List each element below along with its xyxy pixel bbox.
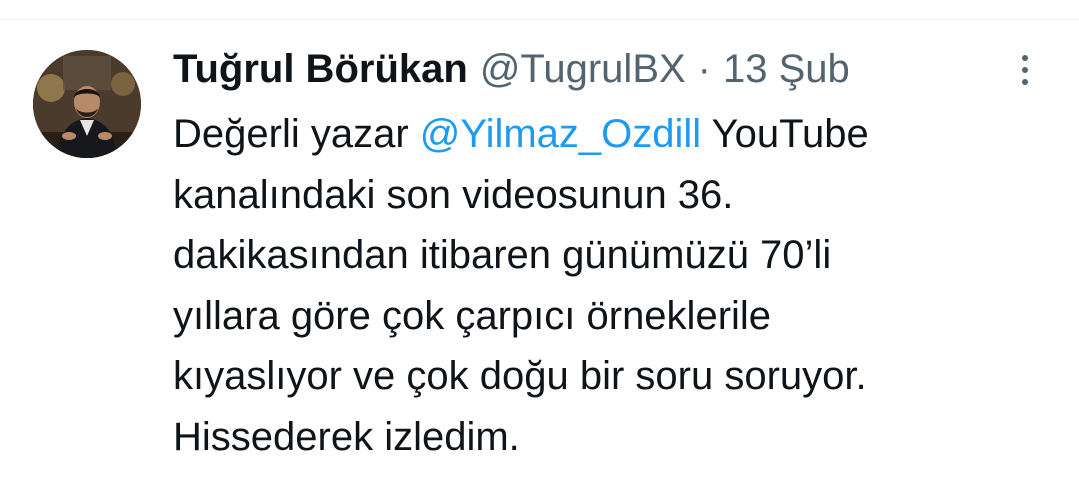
tweet-date[interactable]: 13 Şub	[723, 42, 850, 96]
avatar-photo	[33, 50, 141, 158]
tweet-text-line: dakikasından itibaren günümüzü 70’li	[173, 233, 832, 277]
more-vertical-icon-dot	[1022, 67, 1028, 73]
tweet-header: Tuğrul Börükan @TugrulBX · 13 Şub	[173, 42, 850, 96]
tweet-text-line: kanalındaki son videosunun 36.	[173, 172, 734, 217]
avatar[interactable]	[33, 50, 141, 158]
text-segment: Değerli yazar	[173, 112, 420, 156]
mention-link[interactable]: @Yilmaz_Ozdill	[420, 112, 701, 156]
display-name[interactable]: Tuğrul Börükan	[173, 42, 468, 96]
tweet-text-line: Hissederek izledim.	[173, 414, 520, 459]
text-segment: YouTube	[701, 112, 869, 156]
tweet-text-line: Değerli yazar @Yilmaz_Ozdill YouTube	[173, 104, 1043, 165]
tweet-text: Değerli yazar @Yilmaz_Ozdill YouTube kan…	[173, 104, 1043, 467]
tweet-text-line: kıyaslıyor ve çok doğu bir soru soruyor.	[173, 354, 867, 398]
tweet-text-line: yıllara göre çok çarpıcı örneklerile	[173, 293, 772, 338]
more-options-button[interactable]	[1005, 48, 1045, 92]
tweet[interactable]: Tuğrul Börükan @TugrulBX · 13 Şub Değerl…	[0, 20, 1079, 488]
more-vertical-icon	[1022, 55, 1028, 61]
user-handle[interactable]: @TugrulBX	[480, 42, 686, 96]
separator-dot: ·	[697, 47, 711, 91]
more-vertical-icon-dot	[1022, 79, 1028, 85]
